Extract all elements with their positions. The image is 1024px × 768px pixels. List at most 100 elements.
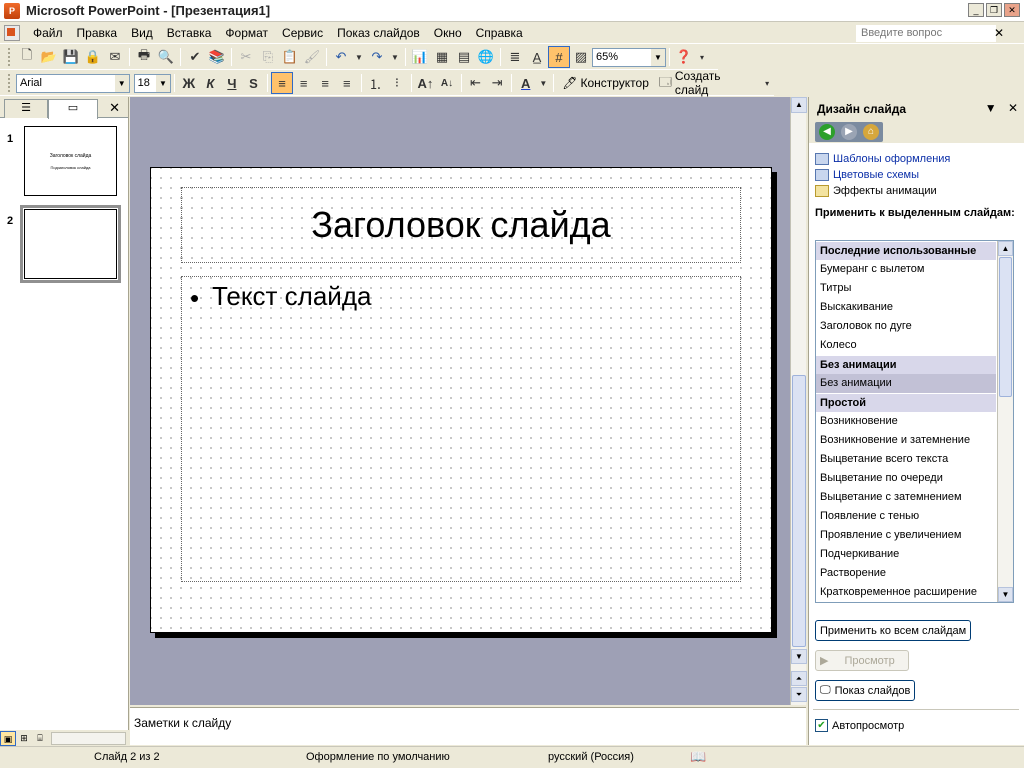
font-size-select[interactable]: 18 ▼ [133, 73, 172, 93]
list-item[interactable]: Заголовок по дуге [816, 317, 996, 336]
forward-icon[interactable]: ▶ [841, 124, 857, 140]
new-slide-button[interactable]: 🗔 Создать слайд [654, 69, 760, 97]
list-item[interactable]: Титры [816, 279, 996, 298]
font-select[interactable]: Arial ▼ [15, 73, 130, 93]
list-item[interactable]: Появление с тенью [816, 507, 996, 526]
undo-icon[interactable]: ↶ [330, 46, 352, 68]
toolbar-options-icon[interactable]: ▾ [695, 46, 709, 68]
permission-icon[interactable]: 🔒 [82, 46, 104, 68]
decrease-font-icon[interactable]: A↓ [436, 72, 458, 94]
font-dropdown-icon[interactable]: ▼ [114, 74, 129, 92]
slide-canvas[interactable]: Заголовок слайда • Текст слайда [150, 167, 772, 633]
normal-view-icon[interactable]: ▣ [0, 730, 16, 746]
apply-all-button[interactable]: Применить ко всем слайдам [815, 620, 972, 641]
research-icon[interactable]: 📚 [206, 46, 228, 68]
toolbar-grip[interactable] [8, 48, 12, 66]
scroll-thumb[interactable] [792, 375, 806, 647]
font-color-dropdown-icon[interactable]: ▼ [537, 72, 551, 94]
save-icon[interactable]: 💾 [60, 46, 82, 68]
expand-all-icon[interactable]: ≣ [504, 46, 526, 68]
help-question-input[interactable]: Введите вопрос [856, 25, 996, 42]
list-item[interactable]: Кратковременное расширение [816, 583, 996, 602]
menu-format[interactable]: Формат [218, 23, 275, 44]
italic-button[interactable]: К [200, 72, 222, 94]
menu-slideshow[interactable]: Показ слайдов [330, 23, 427, 44]
redo-dropdown-icon[interactable]: ▼ [388, 46, 402, 68]
zoom-select[interactable]: 65% ▼ [592, 47, 666, 67]
list-item[interactable]: Растворение [816, 564, 996, 583]
notes-pane[interactable]: Заметки к слайду [130, 707, 806, 745]
menu-help[interactable]: Справка [469, 23, 530, 44]
show-grid-icon[interactable]: # [548, 46, 570, 68]
next-slide-icon[interactable]: ⏷ [791, 687, 807, 702]
slideshow-button[interactable]: 🖵 Показ слайдов [815, 680, 916, 701]
slide-thumbnail-1[interactable]: Заголовок слайда Подзаголовок слайда [24, 126, 117, 196]
animation-scheme-list[interactable]: Последние использованные Бумеранг с вылет… [815, 240, 1014, 603]
increase-indent-icon[interactable]: ⇥ [486, 72, 508, 94]
font-color-icon[interactable]: A [515, 72, 537, 94]
slide-thumbnail-2[interactable] [20, 205, 121, 283]
document-icon[interactable] [4, 25, 20, 41]
title-placeholder[interactable]: Заголовок слайда [181, 187, 741, 263]
slide-sorter-icon[interactable]: ⊞ [16, 731, 32, 746]
paste-icon[interactable]: 📋 [279, 46, 301, 68]
toolbar-grip[interactable] [8, 74, 12, 92]
bold-button[interactable]: Ж [178, 72, 200, 94]
redo-icon[interactable]: ↷ [366, 46, 388, 68]
new-document-icon[interactable]: 🗋 [16, 46, 38, 68]
list-item[interactable]: Подчеркивание [816, 545, 996, 564]
restore-button[interactable]: ❐ [986, 3, 1002, 17]
list-item[interactable]: Колесо [816, 336, 996, 355]
align-center-icon[interactable]: ≡ [293, 72, 315, 94]
scroll-thumb[interactable] [999, 257, 1012, 397]
format-painter-icon[interactable]: 🖌 [301, 46, 323, 68]
undo-dropdown-icon[interactable]: ▼ [352, 46, 366, 68]
numbering-icon[interactable]: ⒈ [365, 72, 387, 94]
close-panel-icon[interactable]: ✕ [109, 100, 120, 116]
bullets-icon[interactable]: ⁝ [386, 72, 408, 94]
cut-icon[interactable]: ✂ [235, 46, 257, 68]
list-item[interactable]: Возникновение и затемнение [816, 431, 996, 450]
list-item[interactable]: Бумеранг с вылетом [816, 260, 996, 279]
align-right-icon[interactable]: ≡ [314, 72, 336, 94]
scroll-up-icon[interactable]: ▲ [791, 97, 807, 113]
spelling-status-icon[interactable]: 📖 [690, 749, 706, 765]
hyperlink-icon[interactable]: 🌐 [475, 46, 497, 68]
email-icon[interactable]: ✉ [104, 46, 126, 68]
help-icon[interactable]: ❓ [673, 46, 695, 68]
insert-chart-icon[interactable]: 📊 [409, 46, 431, 68]
scroll-up-icon[interactable]: ▲ [998, 241, 1013, 256]
autopreview-checkbox[interactable]: ✔ Автопросмотр [815, 719, 904, 732]
menu-insert[interactable]: Вставка [160, 23, 219, 44]
task-pane-close-icon[interactable]: ✕ [1008, 101, 1018, 115]
color-grayscale-icon[interactable]: ▨ [570, 46, 592, 68]
menu-tools[interactable]: Сервис [275, 23, 330, 44]
tab-slides[interactable]: ▭ [48, 99, 98, 119]
slideshow-view-icon[interactable]: ⌸ [32, 731, 48, 746]
previous-slide-icon[interactable]: ⏶ [791, 671, 807, 686]
insert-table-icon[interactable]: ▦ [431, 46, 453, 68]
toolbar-options-icon[interactable]: ▾ [760, 72, 774, 94]
menu-view[interactable]: Вид [124, 23, 160, 44]
horizontal-scrollbar[interactable] [51, 731, 126, 745]
back-icon[interactable]: ◀ [819, 124, 835, 140]
designer-button[interactable]: 🖊 Конструктор [557, 72, 654, 94]
menu-edit[interactable]: Правка [70, 23, 125, 44]
open-folder-icon[interactable]: 📂 [38, 46, 60, 68]
show-formatting-icon[interactable]: A̲ [526, 46, 548, 68]
design-templates-link[interactable]: Шаблоны оформления [809, 151, 1024, 167]
list-scrollbar[interactable]: ▲ ▼ [997, 241, 1013, 602]
list-item[interactable]: Возникновение [816, 412, 996, 431]
print-preview-icon[interactable]: 🔍 [155, 46, 177, 68]
tables-borders-icon[interactable]: ▤ [453, 46, 475, 68]
underline-button[interactable]: Ч [221, 72, 243, 94]
zoom-dropdown-icon[interactable]: ▼ [651, 48, 665, 66]
close-window-button[interactable]: ✕ [1004, 3, 1020, 17]
menu-file[interactable]: Файл [26, 23, 70, 44]
font-size-dropdown-icon[interactable]: ▼ [156, 74, 171, 92]
menu-window[interactable]: Окно [427, 23, 469, 44]
print-icon[interactable]: 🖶 [133, 46, 155, 68]
home-icon[interactable]: ⌂ [863, 124, 879, 140]
shadow-button[interactable]: S [243, 72, 265, 94]
animation-schemes-link[interactable]: Эффекты анимации [809, 183, 1024, 199]
